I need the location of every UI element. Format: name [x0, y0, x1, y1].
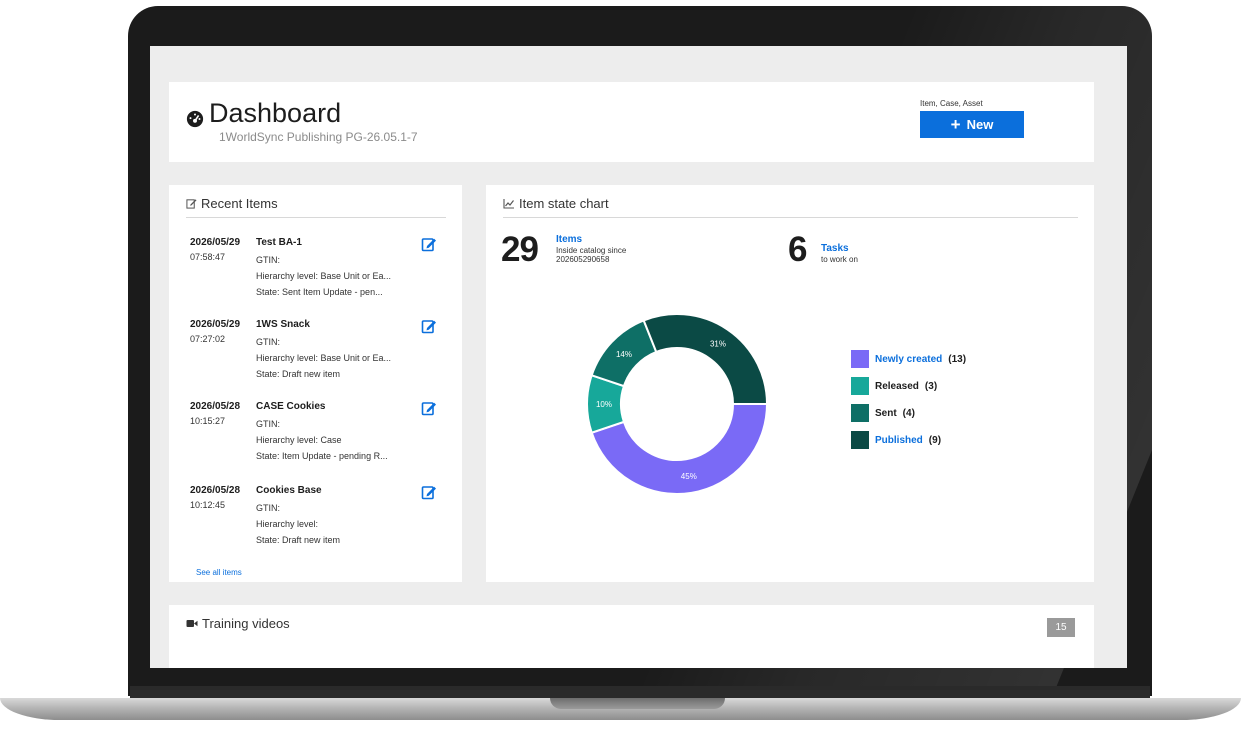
item-state: State: Draft new item	[256, 369, 341, 379]
item-gtin: GTIN:	[256, 419, 280, 429]
plus-icon: +	[950, 115, 961, 134]
legend-item: Sent (4)	[851, 404, 915, 422]
training-videos-label[interactable]: Training videos	[202, 616, 290, 631]
item-state-chart-panel: Item state chart 29 Items Inside catalog…	[486, 185, 1094, 582]
donut-slice-label: 31%	[710, 340, 726, 349]
item-state-chart-title: Item state chart	[503, 196, 609, 211]
video-camera-icon	[186, 620, 198, 627]
new-button-caption: Item, Case, Asset	[920, 99, 983, 108]
divider	[186, 217, 446, 218]
item-time: 10:12:45	[190, 500, 226, 510]
legend-swatch	[851, 404, 869, 422]
legend-label: Sent	[875, 407, 897, 419]
legend-swatch	[851, 350, 869, 368]
item-name[interactable]: Test BA-1	[256, 237, 302, 248]
item-date: 2026/05/29	[190, 237, 241, 248]
donut-slice-label: 14%	[616, 350, 632, 359]
legend-item[interactable]: Newly created (13)	[851, 350, 966, 368]
page-title: Dashboard	[209, 98, 342, 128]
line-chart-icon	[503, 199, 514, 209]
edit-item-icon[interactable]	[421, 484, 437, 500]
training-videos-panel: Training videos 15	[169, 605, 1094, 668]
app-screen: Dashboard 1WorldSync Publishing PG-26.05…	[150, 46, 1127, 668]
legend-count: (4)	[902, 407, 915, 419]
recent-items-panel: Recent Items 2026/05/29 07:58:47 Test BA-1…	[169, 185, 462, 582]
legend-swatch	[851, 431, 869, 449]
item-time: 07:27:02	[190, 334, 226, 344]
training-videos-count-badge: 15	[1047, 618, 1075, 637]
recent-items-title: Recent Items	[186, 196, 278, 211]
new-button[interactable]: + New	[920, 111, 1024, 138]
laptop-mockup: Dashboard 1WorldSync Publishing PG-26.05…	[0, 0, 1241, 740]
item-date: 2026/05/28	[190, 485, 241, 496]
item-date: 2026/05/29	[190, 319, 241, 330]
divider	[503, 217, 1078, 218]
item-hierarchy: Hierarchy level: Base Unit or Ea...	[256, 271, 392, 281]
item-name[interactable]: CASE Cookies	[256, 401, 325, 412]
donut-slice-label: 45%	[681, 472, 697, 481]
item-time: 10:15:27	[190, 416, 226, 426]
legend-label[interactable]: Newly created	[875, 354, 942, 365]
item-state: State: Draft new item	[256, 535, 341, 545]
item-hierarchy: Hierarchy level:	[256, 519, 319, 529]
tasks-count: 6	[788, 230, 807, 269]
item-hierarchy: Hierarchy level: Base Unit or Ea...	[256, 353, 392, 363]
dashboard-header: Dashboard 1WorldSync Publishing PG-26.05…	[169, 82, 1094, 162]
see-all-items-link[interactable]: See all items	[196, 568, 242, 577]
item-name[interactable]: Cookies Base	[256, 485, 322, 496]
donut-slice-label: 10%	[596, 400, 612, 409]
edit-item-icon[interactable]	[421, 318, 437, 334]
items-link[interactable]: Items	[556, 234, 582, 245]
edit-item-icon[interactable]	[421, 236, 437, 252]
item-state-chart-label: Item state chart	[519, 196, 609, 211]
item-time: 07:58:47	[190, 252, 226, 262]
donut-slice-published[interactable]	[642, 313, 769, 405]
item-date: 2026/05/28	[190, 401, 241, 412]
tasks-link[interactable]: Tasks	[821, 243, 849, 254]
legend-swatch	[851, 377, 869, 395]
item-gtin: GTIN:	[256, 337, 280, 347]
new-button-label: New	[966, 117, 994, 132]
laptop-notch	[550, 698, 725, 709]
legend-item: Released (3)	[851, 377, 937, 395]
items-sub-1: Inside catalog since	[556, 246, 627, 255]
laptop-hinge	[130, 686, 1150, 698]
legend-count: (13)	[948, 353, 967, 365]
item-gtin: GTIN:	[256, 255, 280, 265]
legend-label[interactable]: Published	[875, 435, 923, 446]
items-sub-2: 202605290658	[556, 255, 610, 264]
item-gtin: GTIN:	[256, 503, 280, 513]
item-state: State: Sent Item Update - pen...	[256, 287, 383, 297]
legend-count: (9)	[928, 434, 942, 446]
item-state: State: Item Update - pending R...	[256, 451, 388, 461]
legend-label: Released	[875, 380, 919, 392]
item-state-donut-chart: 45% 10% 14% 31%	[586, 313, 769, 495]
legend-item[interactable]: Published (9)	[851, 431, 941, 449]
page-subtitle: 1WorldSync Publishing PG-26.05.1-7	[219, 130, 418, 144]
edit-icon	[186, 199, 197, 209]
dashboard-gauge-icon	[186, 110, 204, 128]
training-videos-title: Training videos	[186, 616, 290, 631]
item-name[interactable]: 1WS Snack	[256, 319, 310, 330]
items-count: 29	[501, 230, 539, 269]
legend-count: (3)	[924, 380, 938, 392]
edit-item-icon[interactable]	[421, 400, 437, 416]
item-hierarchy: Hierarchy level: Case	[256, 435, 342, 445]
tasks-sub: to work on	[821, 255, 858, 264]
recent-items-label: Recent Items	[201, 196, 278, 211]
